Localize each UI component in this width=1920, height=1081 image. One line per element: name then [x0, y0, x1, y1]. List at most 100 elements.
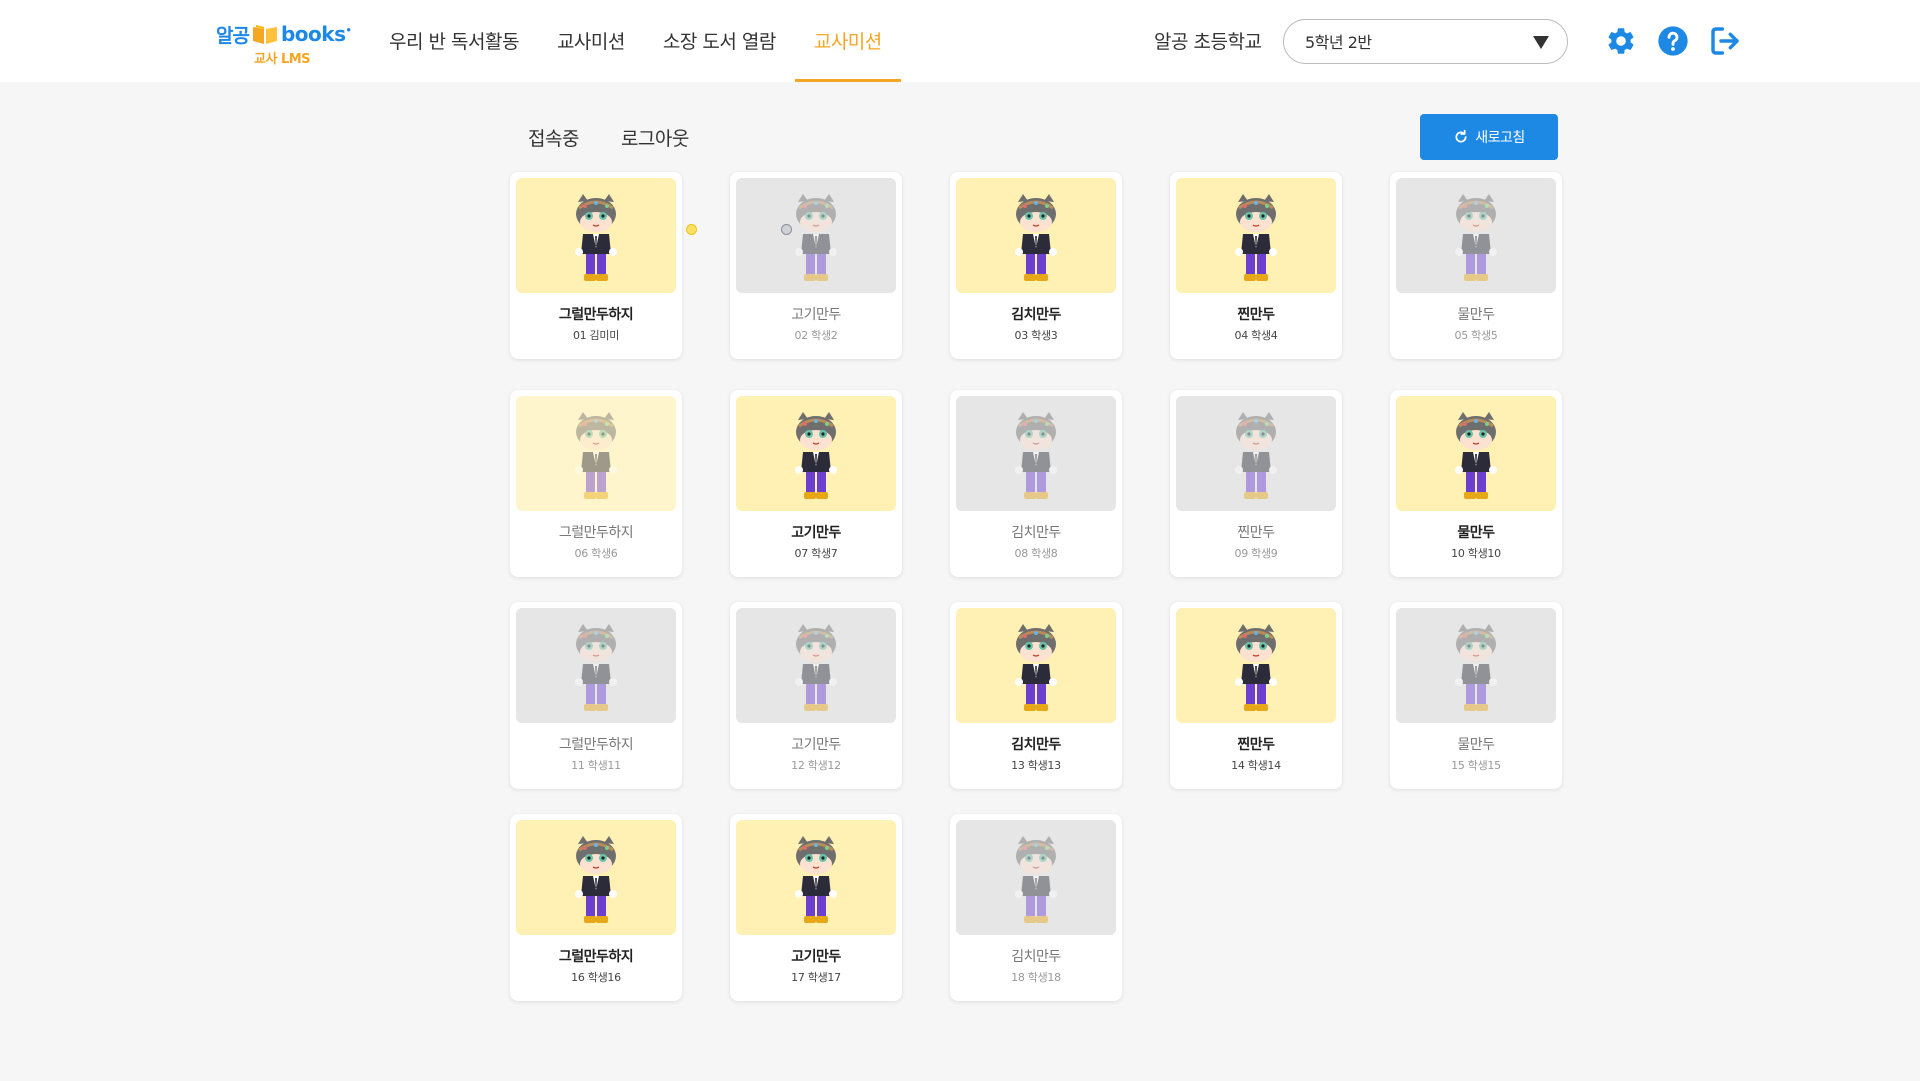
student-avatar [1176, 178, 1336, 293]
student-card[interactable]: 물만두 10 학생10 [1390, 390, 1562, 577]
student-nickname: 고기만두 [791, 949, 841, 965]
student-card[interactable]: 찐만두 14 학생14 [1170, 602, 1342, 789]
refresh-label: 새로고침 [1475, 130, 1525, 146]
student-nickname: 찐만두 [1237, 737, 1275, 753]
avatar-icon [1015, 194, 1057, 281]
student-avatar [516, 396, 676, 511]
student-number-name: 15 학생15 [1451, 759, 1501, 772]
avatar-icon [795, 412, 837, 499]
logo-books-text: books• [280, 22, 352, 46]
student-nickname: 찐만두 [1237, 525, 1275, 541]
student-number-name: 05 학생5 [1454, 329, 1498, 342]
student-number-name: 14 학생14 [1231, 759, 1281, 772]
student-card[interactable]: 김치만두 18 학생18 [950, 814, 1122, 1001]
avatar-icon [795, 194, 837, 281]
student-avatar [956, 396, 1116, 511]
avatar-icon [1015, 836, 1057, 923]
student-number-name: 07 학생7 [794, 547, 838, 560]
school-name: 알공 초등학교 [1154, 31, 1262, 53]
student-card[interactable]: 그럴만두하지 01 김미미 [510, 172, 682, 359]
nav-reading-activity[interactable]: 우리 반 독서활동 [370, 0, 538, 82]
student-nickname: 그럴만두하지 [558, 307, 634, 323]
avatar-icon [575, 624, 617, 711]
student-card[interactable]: 그럴만두하지 16 학생16 [510, 814, 682, 1001]
student-nickname: 물만두 [1457, 525, 1495, 541]
student-number-name: 01 김미미 [572, 329, 620, 342]
class-select-value: 5학년 2반 [1305, 33, 1372, 52]
student-card[interactable]: 고기만두 07 학생7 [730, 390, 902, 577]
student-avatar [516, 820, 676, 935]
logout-icon[interactable] [1709, 25, 1741, 57]
student-avatar [1396, 608, 1556, 723]
class-select[interactable]: 5학년 2반 [1283, 19, 1568, 64]
student-card[interactable]: 고기만두 17 학생17 [730, 814, 902, 1001]
avatar-icon [1015, 624, 1057, 711]
student-card[interactable]: 그럴만두하지 06 학생6 [510, 390, 682, 577]
student-avatar [736, 396, 896, 511]
avatar-icon [1235, 624, 1277, 711]
avatar-icon [1235, 194, 1277, 281]
top-header: 알공 books• 교사 LMS 우리 반 독서활동 교사미션 소장 도서 열람… [0, 0, 1920, 82]
student-nickname: 김치만두 [1011, 949, 1061, 965]
tab-online[interactable]: 접속중 [528, 124, 579, 151]
avatar-icon [1455, 412, 1497, 499]
student-number-name: 17 학생17 [791, 971, 841, 984]
avatar-icon [1235, 412, 1277, 499]
student-card[interactable]: 김치만두 03 학생3 [950, 172, 1122, 359]
student-avatar [1176, 608, 1336, 723]
student-number-name: 10 학생10 [1451, 547, 1501, 560]
student-card[interactable]: 고기만두 12 학생12 [730, 602, 902, 789]
nav-book-collection[interactable]: 소장 도서 열람 [644, 0, 795, 82]
student-avatar [516, 608, 676, 723]
avatar-icon [795, 624, 837, 711]
student-avatar [736, 178, 896, 293]
avatar-icon [1455, 624, 1497, 711]
algong-books-logo[interactable]: 알공 books• 교사 LMS [216, 18, 356, 68]
student-avatar [956, 608, 1116, 723]
refresh-icon [1455, 129, 1467, 143]
avatar-icon [575, 194, 617, 281]
student-nickname: 고기만두 [791, 525, 841, 541]
student-number-name: 18 학생18 [1011, 971, 1061, 984]
student-number-name: 04 학생4 [1234, 329, 1278, 342]
student-avatar [736, 820, 896, 935]
student-card[interactable]: 물만두 15 학생15 [1390, 602, 1562, 789]
help-icon[interactable] [1657, 25, 1689, 57]
logo-brand: 알공 [216, 24, 250, 47]
caret-down-icon [1533, 36, 1549, 49]
student-card[interactable]: 물만두 05 학생5 [1390, 172, 1562, 359]
student-nickname: 고기만두 [791, 737, 841, 753]
avatar-icon [575, 412, 617, 499]
book-icon [251, 23, 279, 45]
student-number-name: 08 학생8 [1014, 547, 1058, 560]
student-avatar [736, 608, 896, 723]
student-card[interactable]: 찐만두 04 학생4 [1170, 172, 1342, 359]
student-number-name: 03 학생3 [1014, 329, 1058, 342]
online-dot [686, 224, 697, 235]
tab-logout[interactable]: 로그아웃 [621, 124, 689, 151]
student-card[interactable]: 찐만두 09 학생9 [1170, 390, 1342, 577]
student-nickname: 물만두 [1457, 737, 1495, 753]
logo-subtitle: 교사 LMS [254, 52, 311, 67]
avatar-icon [795, 836, 837, 923]
student-avatar [1396, 396, 1556, 511]
nav-teacher-mission[interactable]: 교사미션 [538, 0, 644, 82]
logo-books-word: books [280, 22, 346, 46]
student-nickname: 그럴만두하지 [558, 737, 634, 753]
avatar-icon [575, 836, 617, 923]
gear-icon[interactable] [1605, 25, 1637, 57]
student-card[interactable]: 김치만두 13 학생13 [950, 602, 1122, 789]
student-number-name: 11 학생11 [571, 759, 621, 772]
student-number-name: 13 학생13 [1011, 759, 1061, 772]
student-avatar [516, 178, 676, 293]
student-nickname: 고기만두 [791, 307, 841, 323]
refresh-button[interactable]: 새로고침 [1420, 114, 1558, 160]
student-card[interactable]: 김치만두 08 학생8 [950, 390, 1122, 577]
student-nickname: 김치만두 [1011, 307, 1061, 323]
student-avatar [1176, 396, 1336, 511]
nav-teacher-mission-active[interactable]: 교사미션 [794, 0, 901, 82]
student-card[interactable]: 그럴만두하지 11 학생11 [510, 602, 682, 789]
student-card[interactable]: 고기만두 02 학생2 [730, 172, 902, 359]
student-nickname: 그럴만두하지 [558, 949, 634, 965]
student-avatar [956, 178, 1116, 293]
